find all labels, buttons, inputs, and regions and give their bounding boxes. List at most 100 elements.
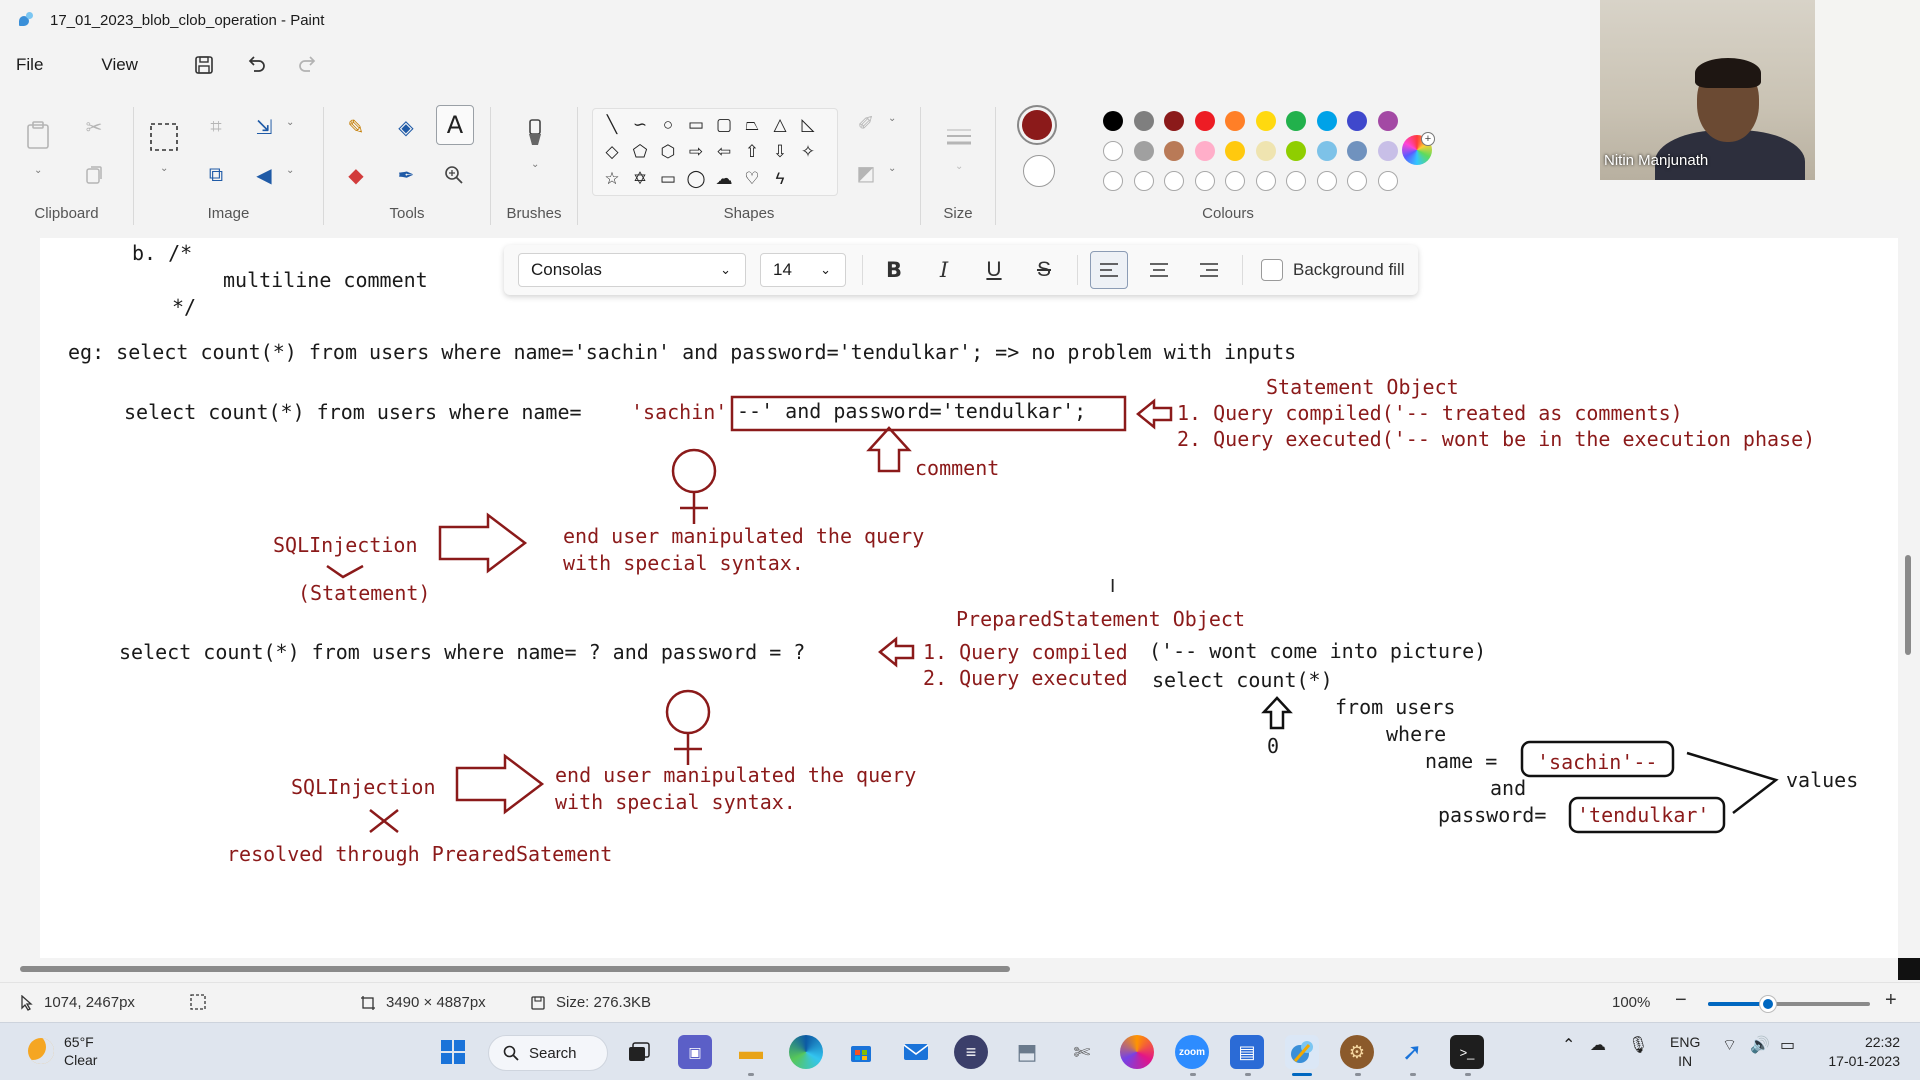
eraser-icon[interactable]: ◆ xyxy=(338,157,374,193)
teams-chat-icon[interactable]: ▣ xyxy=(678,1035,712,1069)
color-swatch[interactable] xyxy=(1164,141,1184,161)
mail-icon[interactable] xyxy=(899,1035,933,1069)
oval-callout-shape-icon[interactable]: ◯ xyxy=(683,166,709,192)
crop-icon[interactable]: ⌗ xyxy=(198,109,234,145)
color-swatch[interactable] xyxy=(1286,111,1306,131)
align-center-icon[interactable] xyxy=(1140,251,1178,289)
heart-shape-icon[interactable]: ♡ xyxy=(739,166,765,192)
italic-icon[interactable]: I xyxy=(925,251,963,289)
rounded-rectangle-shape-icon[interactable]: ▢ xyxy=(711,112,737,138)
line-size-icon[interactable] xyxy=(941,119,977,155)
windows-start-icon[interactable] xyxy=(436,1035,470,1069)
color-swatch[interactable] xyxy=(1194,141,1215,161)
secondary-color-swatch[interactable] xyxy=(1023,155,1055,187)
undo-icon[interactable] xyxy=(244,53,268,77)
battery-icon[interactable]: ▭ xyxy=(1780,1035,1795,1055)
color-swatch[interactable] xyxy=(1286,141,1306,161)
app-icon[interactable]: ≡ xyxy=(954,1035,988,1069)
empty-color-swatch[interactable] xyxy=(1225,171,1245,191)
color-picker-icon[interactable]: ✒ xyxy=(388,157,424,193)
magnifier-icon[interactable] xyxy=(436,157,472,193)
redo-icon[interactable] xyxy=(296,53,320,77)
chevron-down-icon[interactable]: ⌄ xyxy=(531,159,539,170)
color-swatch[interactable] xyxy=(1103,141,1123,161)
four-point-star-shape-icon[interactable]: ✧ xyxy=(795,139,821,165)
select-icon[interactable] xyxy=(146,119,182,155)
chevron-down-icon[interactable]: ⌄ xyxy=(286,165,294,176)
terminal-icon[interactable]: >_ xyxy=(1450,1035,1484,1069)
polygon-shape-icon[interactable]: ⏢ xyxy=(739,112,765,138)
curve-shape-icon[interactable]: ∽ xyxy=(627,112,653,138)
app-icon[interactable]: ⬒ xyxy=(1010,1035,1044,1069)
horizontal-scrollbar[interactable] xyxy=(20,966,1010,972)
right-triangle-shape-icon[interactable]: ◺ xyxy=(795,112,821,138)
empty-color-swatch[interactable] xyxy=(1347,171,1367,191)
onedrive-cloud-icon[interactable]: ☁ xyxy=(1590,1035,1606,1055)
empty-color-swatch[interactable] xyxy=(1164,171,1184,191)
fill-bucket-icon[interactable]: ◈ xyxy=(388,109,424,145)
color-swatch[interactable] xyxy=(1255,141,1276,161)
snipping-tool-icon[interactable]: ✄ xyxy=(1065,1035,1099,1069)
color-swatch[interactable] xyxy=(1316,141,1337,161)
color-swatch[interactable] xyxy=(1347,111,1367,131)
menu-file[interactable]: File xyxy=(2,49,57,81)
color-swatch[interactable] xyxy=(1377,111,1398,131)
background-fill-checkbox[interactable] xyxy=(1261,259,1283,281)
vertical-scrollbar[interactable] xyxy=(1905,555,1911,655)
zoom-slider-thumb[interactable] xyxy=(1760,996,1776,1012)
empty-color-swatch[interactable] xyxy=(1377,171,1398,191)
copy-icon[interactable] xyxy=(76,157,112,193)
app-icon[interactable]: ⚙ xyxy=(1340,1035,1374,1069)
diamond-shape-icon[interactable]: ◇ xyxy=(599,139,625,165)
oval-shape-icon[interactable]: ○ xyxy=(655,112,681,138)
five-point-star-shape-icon[interactable]: ☆ xyxy=(599,166,625,192)
background-fill-toggle[interactable]: Background fill xyxy=(1261,259,1405,281)
chevron-down-icon[interactable]: ⌄ xyxy=(888,113,896,124)
empty-color-swatch[interactable] xyxy=(1194,171,1215,191)
empty-color-swatch[interactable] xyxy=(1133,171,1154,191)
microphone-icon[interactable]: 🎙 xyxy=(1628,1035,1648,1055)
weather-widget[interactable]: 65°F Clear xyxy=(28,1033,97,1069)
paint-taskbar-icon[interactable] xyxy=(1285,1035,1319,1069)
empty-color-swatch[interactable] xyxy=(1286,171,1306,191)
firefox-icon[interactable] xyxy=(1120,1035,1154,1069)
underline-icon[interactable]: U xyxy=(975,251,1013,289)
language-indicator[interactable]: ENG IN xyxy=(1670,1033,1700,1071)
text-tool-icon[interactable]: A xyxy=(436,105,474,145)
rectangle-shape-icon[interactable]: ▭ xyxy=(683,112,709,138)
paste-icon[interactable] xyxy=(20,117,56,153)
color-swatch[interactable] xyxy=(1164,111,1184,131)
zoom-app-icon[interactable]: zoom xyxy=(1175,1035,1209,1069)
speaker-icon[interactable]: 🔊 xyxy=(1750,1035,1770,1055)
color-swatch[interactable] xyxy=(1316,111,1337,131)
image-select-icon[interactable]: ⧉ xyxy=(198,157,234,193)
color-swatch[interactable] xyxy=(1225,111,1245,131)
brush-icon[interactable] xyxy=(517,115,553,151)
color-swatch[interactable] xyxy=(1133,111,1154,131)
fill-icon[interactable]: ◩ xyxy=(848,155,884,191)
lightning-shape-icon[interactable]: ϟ xyxy=(767,166,793,192)
file-explorer-icon[interactable]: ▬ xyxy=(734,1035,768,1069)
color-swatch[interactable] xyxy=(1133,141,1154,161)
zoom-in-icon[interactable]: + xyxy=(1885,989,1897,1012)
six-point-star-shape-icon[interactable]: ✡ xyxy=(627,166,653,192)
app-icon[interactable]: ➚ xyxy=(1395,1035,1429,1069)
color-swatch[interactable] xyxy=(1103,111,1123,131)
zoom-out-icon[interactable]: − xyxy=(1675,989,1687,1012)
chevron-up-icon[interactable]: ⌃ xyxy=(1562,1035,1575,1055)
font-family-select[interactable]: Consolas ⌄ xyxy=(518,253,746,287)
task-view-icon[interactable] xyxy=(622,1035,656,1069)
chevron-down-icon[interactable]: ⌄ xyxy=(955,161,963,172)
down-arrow-shape-icon[interactable]: ⇩ xyxy=(767,139,793,165)
color-swatch[interactable] xyxy=(1194,111,1215,131)
empty-color-swatch[interactable] xyxy=(1316,171,1337,191)
cloud-callout-shape-icon[interactable]: ☁ xyxy=(711,166,737,192)
resize-icon[interactable]: ⇲ xyxy=(246,109,282,145)
up-arrow-shape-icon[interactable]: ⇧ xyxy=(739,139,765,165)
notepad-icon[interactable]: ▤ xyxy=(1230,1035,1264,1069)
cut-icon[interactable]: ✂ xyxy=(76,109,112,145)
font-size-select[interactable]: 14 ⌄ xyxy=(760,253,846,287)
empty-color-swatch[interactable] xyxy=(1103,171,1123,191)
microsoft-store-icon[interactable] xyxy=(844,1035,878,1069)
align-right-icon[interactable] xyxy=(1190,251,1228,289)
